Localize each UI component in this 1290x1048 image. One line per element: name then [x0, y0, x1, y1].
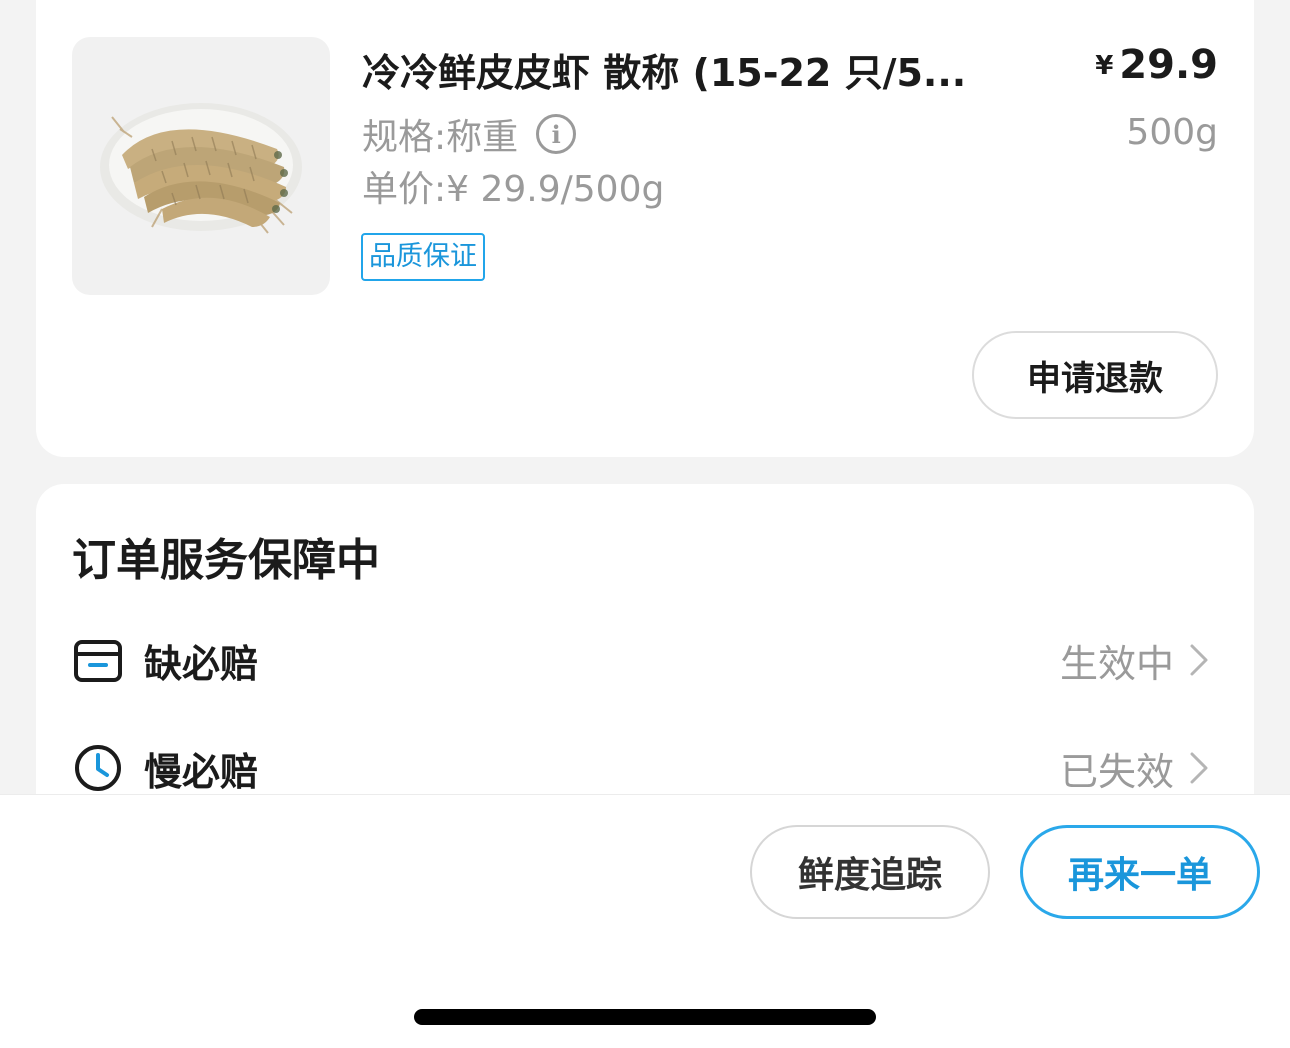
chevron-right-icon	[1190, 752, 1208, 784]
service-row-late-delivery[interactable]: 慢必赔 已失效	[72, 738, 1210, 798]
info-icon[interactable]: i	[536, 114, 577, 154]
service-row-out-of-stock[interactable]: 缺必赔 生效中	[72, 630, 1210, 690]
unit-price: 单价:¥ 29.9/500g	[362, 169, 665, 210]
product-price: ¥29.9	[1095, 42, 1218, 88]
refund-button[interactable]: 申请退款	[972, 331, 1218, 419]
order-detail-page: 冷冷鲜皮皮虾 散称 (15-22 只/5... ¥29.9 500g 规格:称重…	[0, 0, 1290, 1048]
product-card: 冷冷鲜皮皮虾 散称 (15-22 只/5... ¥29.9 500g 规格:称重…	[36, 0, 1254, 457]
product-weight: 500g	[1126, 112, 1218, 153]
box-icon	[74, 640, 122, 682]
product-title[interactable]: 冷冷鲜皮皮虾 散称 (15-22 只/5...	[362, 42, 1002, 97]
service-status: 已失效	[1059, 749, 1174, 794]
product-image[interactable]	[72, 37, 330, 295]
service-label: 慢必赔	[144, 749, 259, 794]
price-value: 29.9	[1119, 42, 1218, 88]
service-title: 订单服务保障中	[72, 535, 380, 586]
mantis-shrimp-image	[100, 103, 302, 234]
service-label: 缺必赔	[144, 641, 259, 686]
bottom-action-bar: 鲜度追踪 再来一单	[0, 794, 1290, 1048]
chevron-right-icon	[1190, 644, 1208, 676]
service-status: 生效中	[1059, 641, 1174, 686]
order-again-button[interactable]: 再来一单	[1020, 825, 1260, 919]
home-indicator[interactable]	[414, 1009, 876, 1025]
clock-icon	[75, 745, 121, 791]
service-guarantee-card: 订单服务保障中 缺必赔 生效中 慢必赔 已失效	[36, 484, 1254, 824]
currency-symbol: ¥	[1095, 51, 1114, 81]
quality-badge: 品质保证	[361, 233, 485, 281]
product-spec: 规格:称重 i	[362, 108, 577, 160]
freshness-tracking-button[interactable]: 鲜度追踪	[750, 825, 990, 919]
spec-label: 规格:称重	[362, 117, 519, 158]
